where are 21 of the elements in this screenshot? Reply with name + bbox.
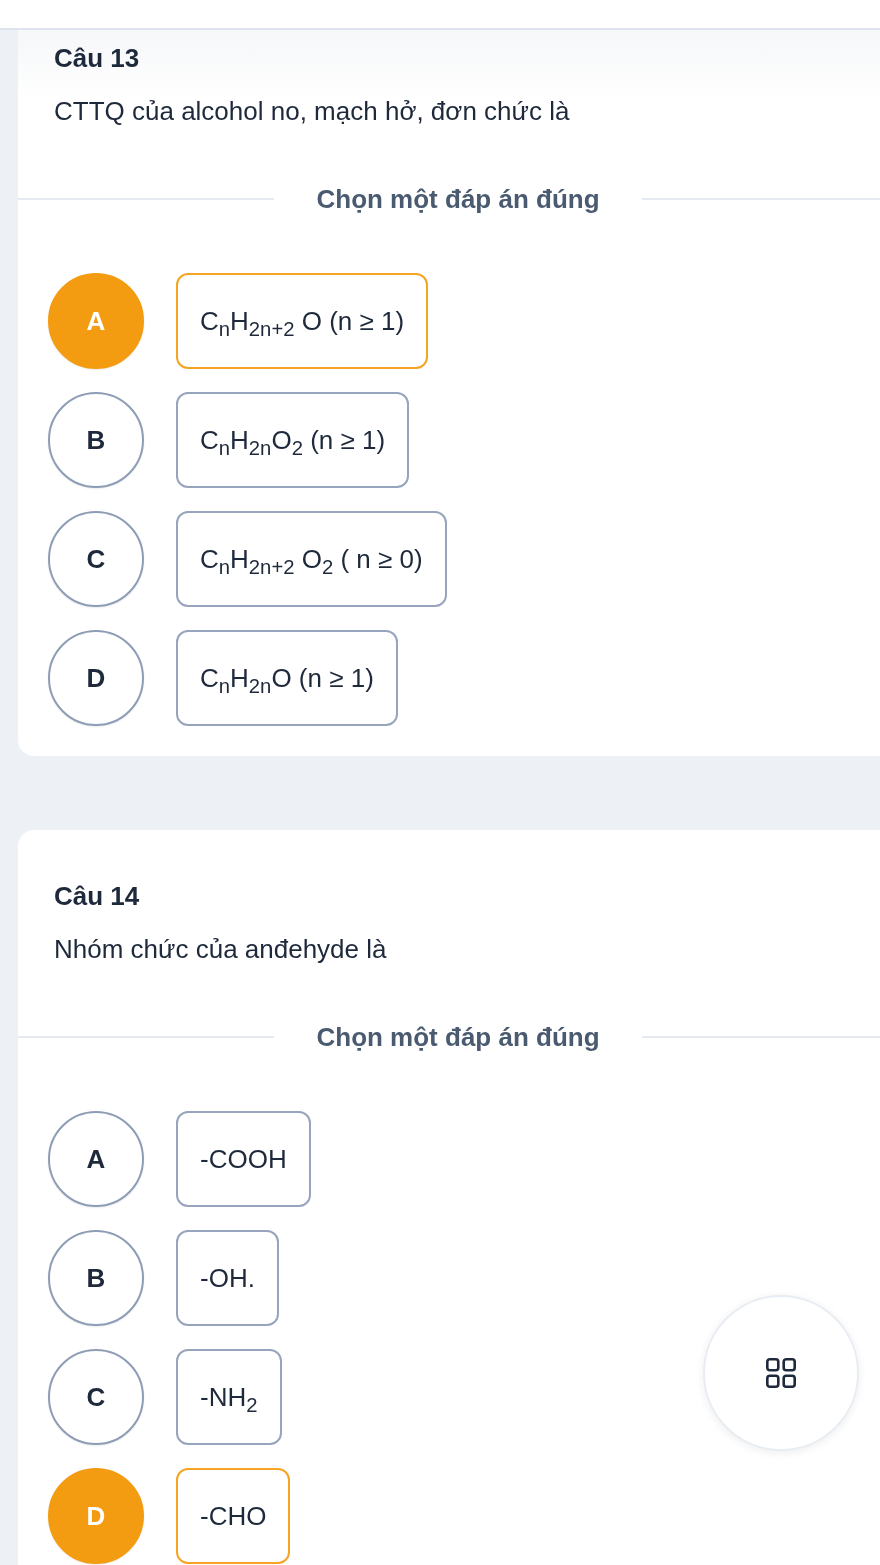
question-text: Nhóm chức của anđehyde là xyxy=(54,933,387,966)
option-letter-button[interactable]: C xyxy=(48,1349,144,1445)
answer-option[interactable]: C$_{n}$H$_{2n}$O (n ≥ 1) xyxy=(176,630,398,726)
answer-option[interactable]: -OH. xyxy=(176,1230,279,1326)
option-letter-button[interactable]: B xyxy=(48,392,144,488)
grid-icon xyxy=(766,1358,796,1388)
instruction-text: Chọn một đáp án đúng xyxy=(315,1021,601,1054)
answer-option[interactable]: C$_{n}$H$_{2n+2}$ O (n ≥ 1) xyxy=(176,273,429,369)
question-title: Câu 14 xyxy=(54,880,140,912)
option-letter-button[interactable]: A xyxy=(48,1111,144,1207)
option-letter-button[interactable]: D xyxy=(48,630,144,726)
answer-option[interactable]: C$_{n}$H$_{2n+2}$ O$_{2}$ ( n ≥ 0) xyxy=(176,511,447,607)
question-title: Câu 13 xyxy=(54,42,140,74)
instruction-text: Chọn một đáp án đúng xyxy=(315,183,601,216)
answer-option[interactable]: -CHO xyxy=(176,1468,291,1564)
answer-option[interactable]: C$_{n}$H$_{2n}$O$_{2}$ (n ≥ 1) xyxy=(176,392,410,488)
answer-option[interactable]: -NH$_{2}$ xyxy=(176,1349,282,1445)
question-text: CTTQ của alcohol no, mạch hở, đơn chức là xyxy=(54,95,570,128)
option-letter-button[interactable]: C xyxy=(48,511,144,607)
option-letter-button[interactable]: B xyxy=(48,1230,144,1326)
answer-option[interactable]: -COOH xyxy=(176,1111,311,1207)
